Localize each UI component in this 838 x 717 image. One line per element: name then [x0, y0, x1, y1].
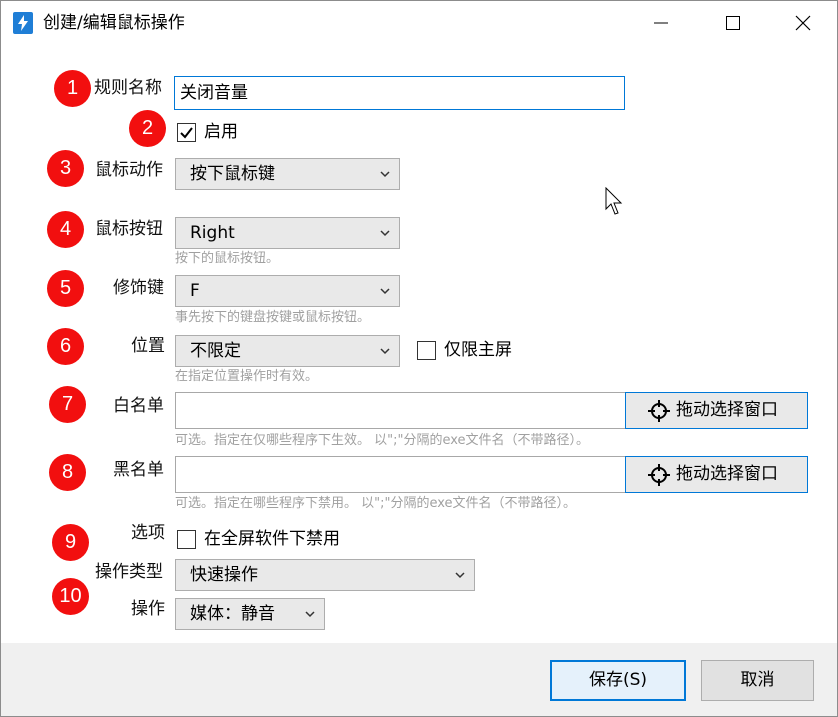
step-badge-7: 7: [49, 386, 86, 423]
operation-select[interactable]: 媒体：静音: [175, 598, 325, 630]
cancel-button[interactable]: 取消: [701, 660, 814, 701]
minimize-button[interactable]: [631, 1, 691, 45]
step-badge-8: 8: [49, 454, 86, 491]
modifier-select[interactable]: F: [175, 275, 400, 307]
fullscreen-disable-checkbox[interactable]: [177, 530, 196, 549]
position-label: 位置: [131, 336, 165, 356]
step-badge-9: 9: [52, 524, 89, 561]
blacklist-pick-label: 拖动选择窗口: [676, 464, 778, 484]
lightning-app-icon: [13, 12, 33, 34]
step-badge-1: 1: [54, 70, 91, 107]
mouse-button-label: 鼠标按钮: [95, 219, 163, 239]
dialog-window: 创建/编辑鼠标操作 1 规则名称 关闭音量 2 启用 3 鼠标动作 按下鼠标键 …: [0, 0, 838, 717]
step-badge-6: 6: [47, 328, 84, 365]
blacklist-pick-window-button[interactable]: 拖动选择窗口: [625, 456, 808, 493]
chevron-down-icon: [380, 288, 390, 295]
whitelist-input[interactable]: [175, 392, 627, 429]
operation-type-select[interactable]: 快速操作: [175, 559, 475, 591]
crosshair-icon: [648, 464, 670, 486]
mouse-cursor-icon: [605, 187, 623, 215]
step-badge-3: 3: [47, 150, 84, 187]
mouse-button-select[interactable]: Right: [175, 217, 400, 249]
mouse-action-select[interactable]: 按下鼠标键: [175, 158, 400, 190]
chevron-down-icon: [380, 171, 390, 178]
chevron-down-icon: [380, 230, 390, 237]
position-hint: 在指定位置操作时有效。: [175, 369, 319, 384]
enabled-checkbox[interactable]: [177, 123, 196, 142]
chevron-down-icon: [455, 572, 465, 579]
step-badge-4: 4: [47, 211, 84, 248]
whitelist-hint: 可选。指定在仅哪些程序下生效。 以";"分隔的exe文件名（不带路径）。: [175, 433, 590, 448]
modifier-label: 修饰键: [113, 278, 164, 298]
primary-screen-checkbox[interactable]: [417, 341, 436, 360]
mouse-action-label: 鼠标动作: [95, 160, 163, 180]
operation-label: 操作: [131, 599, 165, 619]
crosshair-icon: [648, 400, 670, 422]
whitelist-pick-label: 拖动选择窗口: [676, 400, 778, 420]
step-badge-10: 10: [52, 578, 89, 615]
operation-type-label: 操作类型: [95, 562, 163, 582]
fullscreen-disable-label: 在全屏软件下禁用: [204, 529, 340, 549]
close-icon: [795, 15, 811, 31]
position-select[interactable]: 不限定: [175, 335, 400, 367]
position-value: 不限定: [190, 341, 241, 361]
mouse-button-value: Right: [190, 223, 235, 243]
operation-type-value: 快速操作: [190, 565, 258, 585]
close-button[interactable]: [773, 1, 833, 45]
modifier-hint: 事先按下的键盘按键或鼠标按钮。: [175, 310, 371, 325]
primary-screen-label: 仅限主屏: [444, 340, 512, 360]
step-badge-5: 5: [47, 270, 84, 307]
blacklist-hint: 可选。指定在哪些程序下禁用。 以";"分隔的exe文件名（不带路径）。: [175, 496, 577, 511]
dialog-footer: 保存(S) 取消: [1, 643, 837, 716]
rule-name-input[interactable]: 关闭音量: [174, 76, 625, 110]
window-title: 创建/编辑鼠标操作: [43, 13, 185, 33]
mouse-action-value: 按下鼠标键: [190, 164, 275, 184]
rule-name-label: 规则名称: [94, 78, 162, 98]
modifier-value: F: [190, 281, 200, 301]
maximize-button[interactable]: [703, 1, 763, 45]
chevron-down-icon: [305, 611, 315, 618]
enabled-label: 启用: [204, 122, 238, 142]
operation-value: 媒体：静音: [190, 604, 275, 624]
chevron-down-icon: [380, 348, 390, 355]
form-area: 1 规则名称 关闭音量 2 启用 3 鼠标动作 按下鼠标键 4 鼠标按钮 Rig…: [1, 45, 837, 643]
blacklist-label: 黑名单: [113, 460, 164, 480]
whitelist-label: 白名单: [113, 396, 164, 416]
title-bar: 创建/编辑鼠标操作: [1, 1, 837, 45]
mouse-button-hint: 按下的鼠标按钮。: [175, 251, 280, 266]
checkmark-icon: [180, 127, 193, 139]
whitelist-pick-window-button[interactable]: 拖动选择窗口: [625, 392, 808, 429]
minimize-icon: [654, 22, 668, 24]
blacklist-input[interactable]: [175, 456, 627, 493]
options-label: 选项: [131, 523, 165, 543]
save-button[interactable]: 保存(S): [550, 660, 686, 701]
step-badge-2: 2: [129, 110, 166, 147]
maximize-icon: [726, 16, 740, 30]
